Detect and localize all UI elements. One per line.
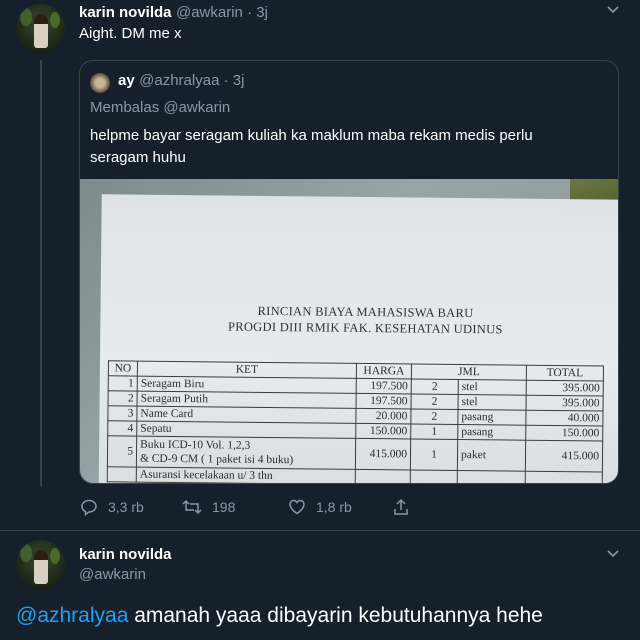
attached-photo[interactable]: RINCIAN BIAYA MAHASISWA BARU PROGDI DIII… xyxy=(80,179,618,483)
row-unit: stel xyxy=(458,379,527,396)
quoted-header: ay @azhralyaa · 3j xyxy=(118,72,244,90)
reply-icon xyxy=(81,499,97,516)
replying-to: Membalas @awkarin xyxy=(90,99,231,116)
row-qty: 1 xyxy=(410,423,458,440)
like-button[interactable]: 1,8 rb xyxy=(288,498,352,516)
row-qty: 2 xyxy=(411,378,459,395)
quoted-display-name: ay xyxy=(118,72,135,89)
display-name[interactable]: karin novilda xyxy=(79,4,172,21)
reply-tweet-text: @azhralyaa amanah yaaa dibayarin kebutuh… xyxy=(16,604,543,628)
row-no: 3 xyxy=(107,405,138,422)
quoted-text-line2: seragam huhu xyxy=(90,149,186,166)
col-jml: JML xyxy=(411,363,527,381)
row-ket: Asuransi kecelakaan u/ 3 thn xyxy=(136,467,356,483)
retweet-count: 198 xyxy=(212,499,236,515)
retweet-icon xyxy=(182,499,202,515)
retweet-button[interactable]: 198 xyxy=(182,498,235,516)
row-harga: 415.000 xyxy=(355,438,411,470)
thread-line xyxy=(40,60,42,486)
row-no xyxy=(107,466,137,483)
quoted-text: helpme bayar seragam kuliah ka maklum ma… xyxy=(90,125,533,169)
row-no: 4 xyxy=(107,420,137,437)
mention-link[interactable]: @azhralyaa xyxy=(16,604,128,627)
row-harga: 197.500 xyxy=(356,393,412,409)
row-total: 395.000 xyxy=(526,395,604,411)
row-qty: 2 xyxy=(410,408,459,425)
row-ket-line2: & CD-9 CM ( 1 paket isi 4 buku) xyxy=(139,452,294,467)
row-unit: stel xyxy=(458,394,527,411)
table-row: 5 Buku ICD-10 Vol. 1,2,3 & CD-9 CM ( 1 p… xyxy=(107,435,603,472)
row-unit: paket xyxy=(457,439,526,472)
row-qty: 1 xyxy=(410,438,458,471)
reply-button[interactable]: 3,3 rb xyxy=(80,498,144,516)
row-total: 40.000 xyxy=(525,410,603,426)
fee-document: RINCIAN BIAYA MAHASISWA BARU PROGDI DIII… xyxy=(98,194,618,483)
row-unit: pasang xyxy=(457,424,526,441)
reply-body: amanah yaaa dibayarin kebutuhannya hehe xyxy=(128,604,543,627)
share-icon xyxy=(394,498,408,515)
divider xyxy=(0,530,640,531)
chevron-down-icon[interactable] xyxy=(604,544,622,567)
quoted-avatar[interactable] xyxy=(90,73,110,93)
handle[interactable]: @awkarin xyxy=(79,566,146,583)
row-total: 150.000 xyxy=(525,425,603,441)
tweet-text: Aight. DM me x xyxy=(79,25,182,42)
row-total: 415.000 xyxy=(525,440,603,472)
quoted-handle: @azhralyaa · 3j xyxy=(139,72,245,89)
row-unit: pasang xyxy=(457,409,527,426)
share-button[interactable] xyxy=(392,498,410,516)
row-no: 5 xyxy=(107,435,137,468)
row-total: 395.000 xyxy=(526,380,604,396)
col-harga: HARGA xyxy=(356,363,412,379)
avatar[interactable] xyxy=(16,540,65,589)
quoted-tweet[interactable]: ay @azhralyaa · 3j Membalas @awkarin hel… xyxy=(79,60,619,484)
row-harga: 150.000 xyxy=(355,423,411,439)
row-qty: 2 xyxy=(411,393,459,410)
col-no: NO xyxy=(108,360,138,377)
row-harga: 20.000 xyxy=(355,408,412,424)
col-total: TOTAL xyxy=(526,365,604,381)
tweet-header: karin novilda @awkarin · 3j xyxy=(79,4,268,22)
display-name[interactable]: karin novilda xyxy=(79,546,172,563)
fee-table: NO KET HARGA JML TOTAL 1 Seragam Biru 19… xyxy=(107,360,604,483)
row-harga: 197.500 xyxy=(356,378,412,394)
row-no: 1 xyxy=(108,375,138,392)
chevron-down-icon[interactable] xyxy=(604,0,622,23)
handle[interactable]: @awkarin · 3j xyxy=(176,4,268,21)
heart-icon xyxy=(289,499,305,515)
row-no: 2 xyxy=(108,390,138,407)
like-count: 1,8 rb xyxy=(316,499,352,515)
quoted-text-line1: helpme bayar seragam kuliah ka maklum ma… xyxy=(90,127,533,144)
reply-count: 3,3 rb xyxy=(108,499,144,515)
action-bar: 3,3 rb 198 1,8 rb xyxy=(0,498,640,522)
row-ket: Buku ICD-10 Vol. 1,2,3 & CD-9 CM ( 1 pak… xyxy=(136,436,356,470)
avatar[interactable] xyxy=(16,4,65,53)
